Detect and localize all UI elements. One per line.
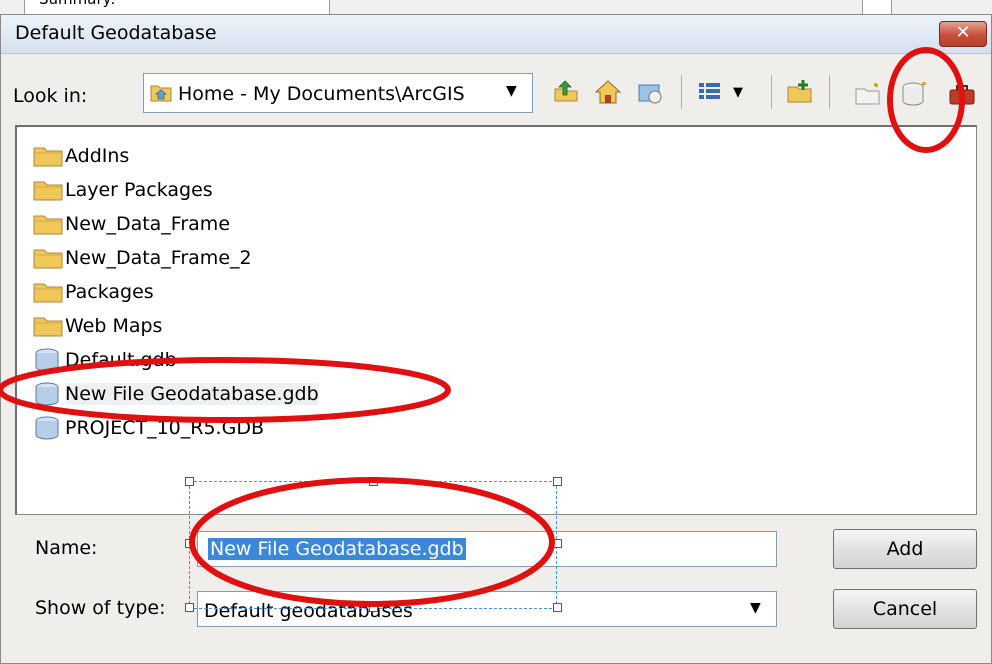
annotation-ellipse-list	[0, 357, 451, 423]
annotation-layer	[0, 47, 965, 607]
annotation-ellipse-name	[189, 477, 555, 607]
annotation-ellipse-toolbar	[887, 47, 965, 153]
